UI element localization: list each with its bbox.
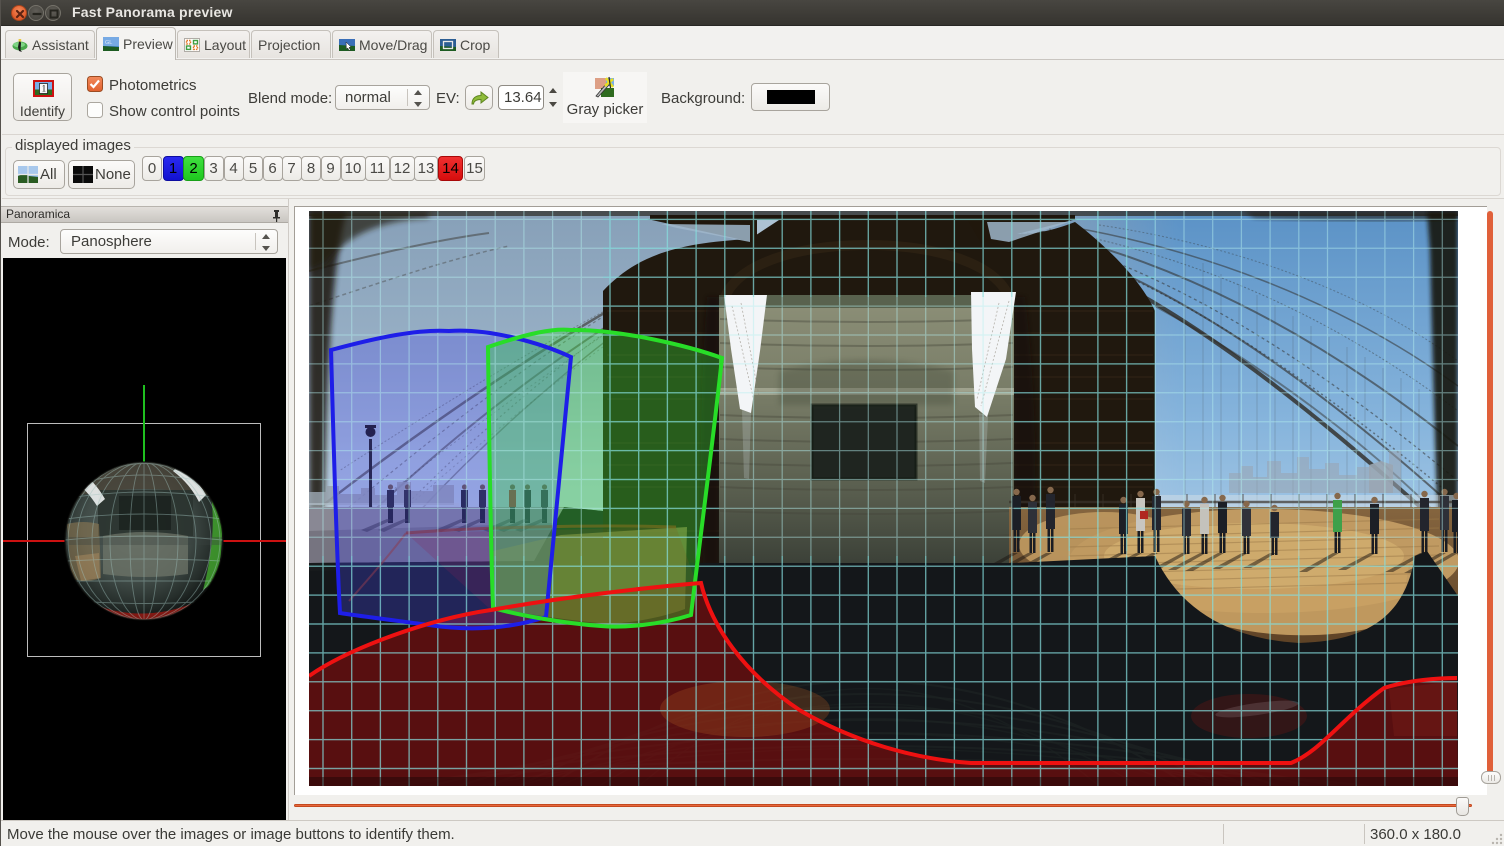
svg-text:GL: GL bbox=[105, 40, 112, 46]
svg-text:1: 1 bbox=[42, 84, 47, 94]
